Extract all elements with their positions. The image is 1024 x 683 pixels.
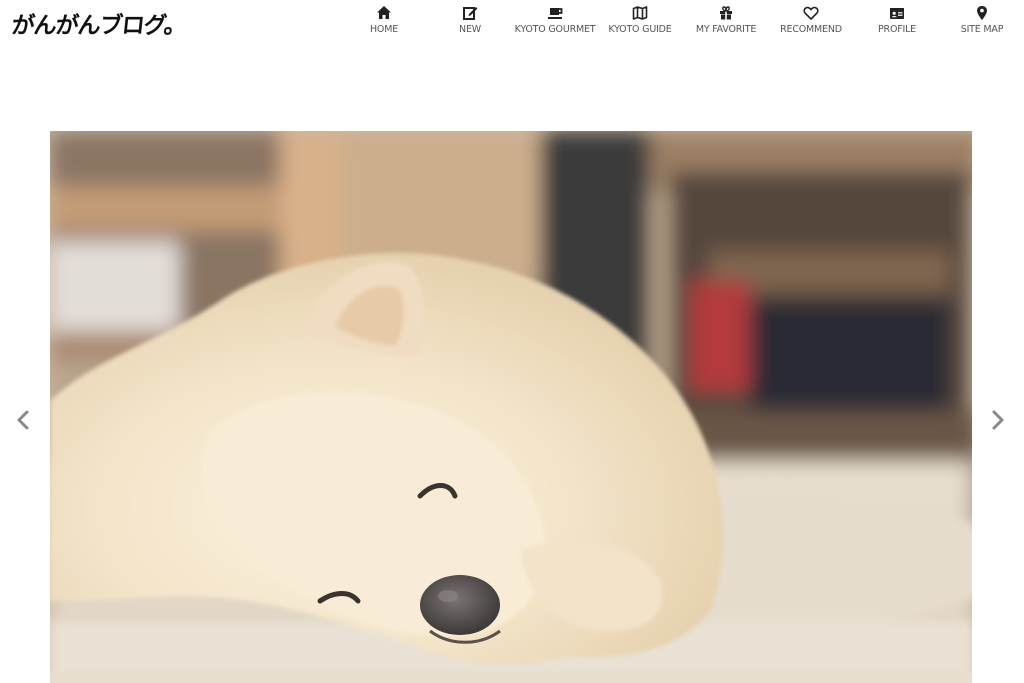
chevron-left-icon <box>17 410 29 430</box>
nav-label-kyoto-guide: KYOTO GUIDE <box>608 24 672 35</box>
home-icon <box>377 6 391 19</box>
gift-icon <box>720 6 732 20</box>
nav-label-recommend: RECOMMEND <box>780 24 842 35</box>
edit-icon <box>463 7 478 20</box>
id-card-icon <box>890 8 904 19</box>
nav-item-profile[interactable]: PROFILE <box>854 5 940 35</box>
nav-label-profile: PROFILE <box>878 24 916 35</box>
nav-label-site-map: SITE MAP <box>960 24 1004 35</box>
nav-item-my-favorite[interactable]: MY FAVORITE <box>683 5 769 35</box>
nav-label-my-favorite: MY FAVORITE <box>695 24 757 35</box>
heart-icon <box>803 6 819 20</box>
nav-label-new: NEW <box>459 24 481 35</box>
nav-item-home[interactable]: HOME <box>341 5 427 35</box>
hero-image-sleeping-pomeranian <box>50 131 972 683</box>
nav-item-recommend[interactable]: RECOMMEND <box>768 5 854 35</box>
slider-next-button[interactable] <box>988 408 1008 432</box>
nav-item-site-map[interactable]: SITE MAP <box>939 5 1024 35</box>
nav-item-kyoto-gourmet[interactable]: KYOTO GOURMET <box>512 5 598 35</box>
nav-item-new[interactable]: NEW <box>427 5 513 35</box>
hero-slider[interactable] <box>50 131 972 683</box>
main-navigation: HOME NEW KYOTO GOURMET KYOTO GUIDE MY FA… <box>0 0 1024 60</box>
map-marker-icon <box>977 6 987 20</box>
map-icon <box>632 6 648 20</box>
chevron-right-icon <box>992 410 1004 430</box>
slider-prev-button[interactable] <box>13 408 33 432</box>
nav-item-kyoto-guide[interactable]: KYOTO GUIDE <box>597 5 683 35</box>
coffee-icon <box>548 8 563 19</box>
nav-label-home: HOME <box>369 24 399 35</box>
nav-label-kyoto-gourmet: KYOTO GOURMET <box>514 24 596 35</box>
